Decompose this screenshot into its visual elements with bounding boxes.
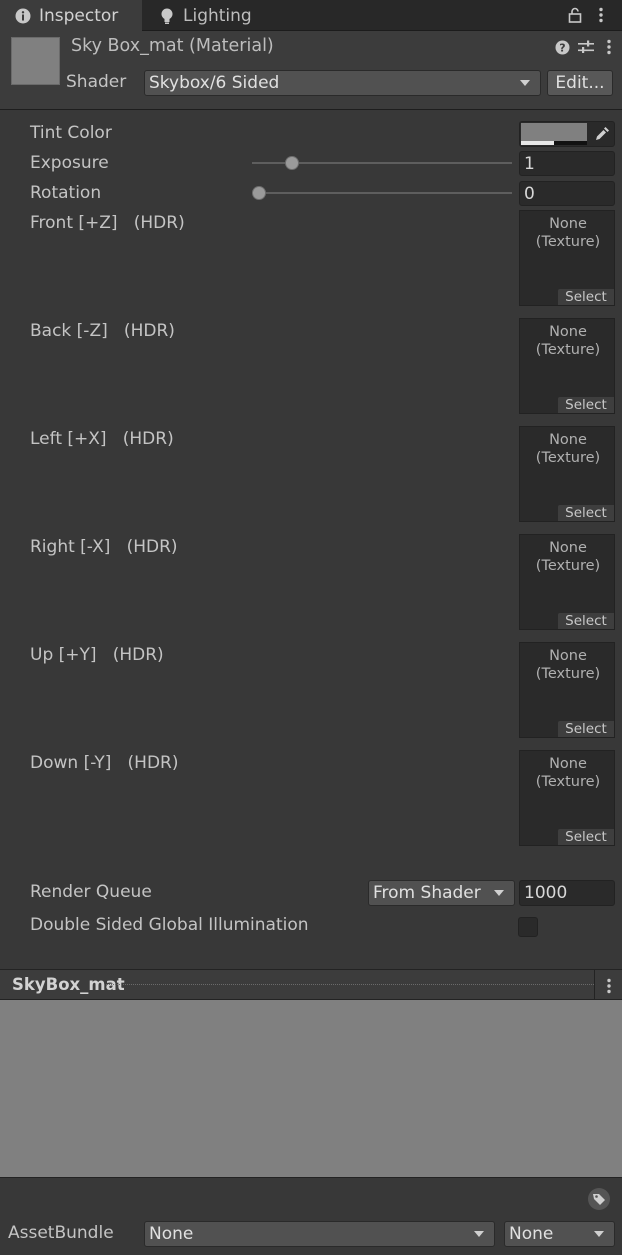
back-texture-label: Back [-Z] (HDR) [30,321,175,341]
texture-type-label: (Texture) [535,234,601,250]
tab-lighting[interactable]: Lighting [158,0,278,31]
texture-select-button[interactable]: Select [558,397,614,413]
down-texture-slot[interactable]: None (Texture) Select [519,750,615,846]
chevron-down-icon [494,890,504,896]
shader-dropdown[interactable]: Skybox/6 Sided [144,70,541,96]
texture-type-label: (Texture) [535,342,601,358]
alpha-bar-remainder [554,141,587,145]
drag-handle[interactable] [106,984,594,985]
render-queue-label: Render Queue [30,882,152,902]
left-texture-label: Left [+X] (HDR) [30,429,174,449]
right-texture-label: Right [-X] (HDR) [30,537,178,557]
texture-none-label: None [549,756,587,772]
right-texture-slot[interactable]: None (Texture) Select [519,534,615,630]
lightbulb-icon [158,7,176,25]
texture-select-button[interactable]: Select [558,289,614,305]
asset-bundle-label: AssetBundle [8,1223,114,1243]
up-texture-label: Up [+Y] (HDR) [30,645,164,665]
svg-text:?: ? [559,41,565,54]
tab-label: Lighting [183,5,252,26]
material-preview[interactable] [0,1000,622,1178]
asset-bundle-variant-dropdown[interactable]: None [504,1221,615,1247]
material-thumbnail [11,37,60,85]
preview-header[interactable]: SkyBox_mat [0,969,622,1000]
tint-color-label: Tint Color [30,123,112,143]
render-queue-input[interactable]: 1000 [519,880,615,906]
texture-type-label: (Texture) [535,666,601,682]
texture-none-label: None [549,432,587,448]
double-sided-gi-checkbox[interactable] [518,917,538,937]
shader-label: Shader [66,72,127,92]
texture-type-label: (Texture) [535,774,601,790]
texture-none-label: None [549,540,587,556]
tab-label: Inspector [39,5,119,26]
texture-none-label: None [549,648,587,664]
info-icon [14,7,32,25]
texture-select-button[interactable]: Select [558,505,614,521]
double-sided-gi-label: Double Sided Global Illumination [30,915,309,935]
exposure-slider-thumb[interactable] [284,156,299,170]
exposure-label: Exposure [30,153,109,173]
texture-type-label: (Texture) [535,450,601,466]
preset-settings-icon[interactable] [577,38,595,56]
alpha-bar [521,141,554,145]
shader-value: Skybox/6 Sided [149,73,280,93]
rotation-slider-thumb[interactable] [252,186,266,200]
texture-none-label: None [549,324,587,340]
edit-shader-button[interactable]: Edit... [547,70,613,96]
tab-inspector[interactable]: Inspector [0,0,142,31]
texture-select-button[interactable]: Select [558,613,614,629]
eyedropper-icon[interactable] [592,124,612,144]
back-texture-slot[interactable]: None (Texture) Select [519,318,615,414]
texture-none-label: None [549,216,587,232]
lock-icon[interactable] [566,6,584,24]
front-texture-label: Front [+Z] (HDR) [30,213,185,233]
render-queue-mode: From Shader [373,883,481,903]
rotation-label: Rotation [30,183,102,203]
help-icon[interactable]: ? [553,38,571,56]
tint-color-field[interactable] [519,121,615,147]
texture-select-button[interactable]: Select [558,721,614,737]
render-queue-dropdown[interactable]: From Shader [368,880,515,906]
front-texture-slot[interactable]: None (Texture) Select [519,210,615,306]
asset-bundle-variant: None [509,1224,554,1244]
rotation-input[interactable]: 0 [519,181,615,206]
rotation-slider-track[interactable] [252,192,512,194]
texture-type-label: (Texture) [535,558,601,574]
tag-icon[interactable] [588,1188,610,1210]
left-texture-slot[interactable]: None (Texture) Select [519,426,615,522]
material-title: Sky Box_mat (Material) [71,36,274,56]
asset-bundle-name-dropdown[interactable]: None [144,1221,495,1247]
color-swatch [521,123,587,141]
kebab-menu-icon[interactable] [592,6,610,24]
up-texture-slot[interactable]: None (Texture) Select [519,642,615,738]
divider [594,970,595,1000]
exposure-input[interactable]: 1 [519,151,615,176]
tab-bar: Inspector Lighting [0,0,622,31]
texture-select-button[interactable]: Select [558,829,614,845]
chevron-down-icon [474,1231,484,1237]
asset-bundle-name: None [149,1224,194,1244]
asset-labels-area: AssetBundle None None [0,1178,622,1255]
chevron-down-icon [520,80,530,86]
kebab-menu-icon[interactable] [600,977,618,995]
kebab-menu-icon[interactable] [600,38,618,56]
down-texture-label: Down [-Y] (HDR) [30,753,179,773]
chevron-down-icon [594,1231,604,1237]
